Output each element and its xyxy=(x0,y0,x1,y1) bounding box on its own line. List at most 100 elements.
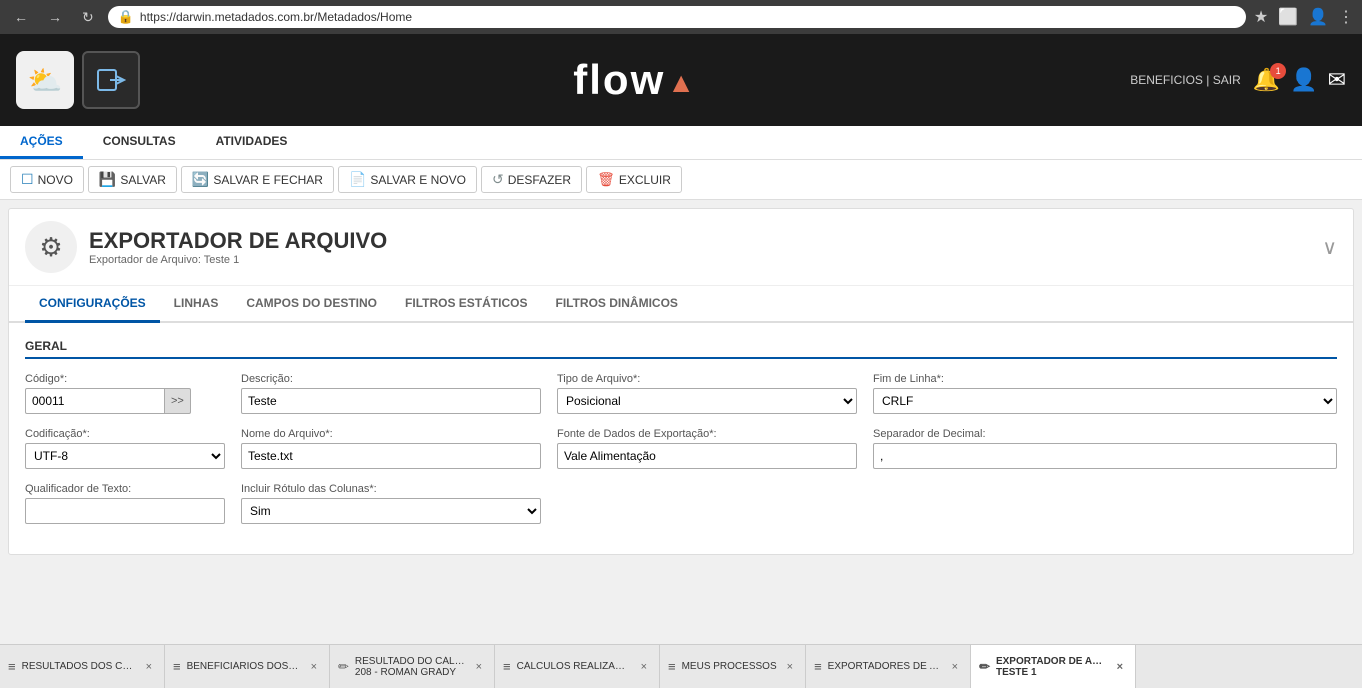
tab-consultas[interactable]: CONSULTAS xyxy=(83,126,196,159)
salvar-fechar-button[interactable]: 🔄 SALVAR E FECHAR xyxy=(181,166,334,193)
codificacao-label: Codificação*: xyxy=(25,428,225,440)
taskbar-item-6[interactable]: ✏ EXPORTADOR DE ARQ...TESTE 1 × xyxy=(971,645,1136,688)
app-header: ⛅ flow▲ BENEFICIOS | SAIR 🔔 1 👤 ✉ xyxy=(0,34,1362,126)
link-separator: | xyxy=(1203,73,1213,87)
tipo-arquivo-label: Tipo de Arquivo*: xyxy=(557,373,857,385)
profile-icon[interactable]: 👤 xyxy=(1308,7,1328,27)
codificacao-select[interactable]: UTF-8 ISO-8859-1 xyxy=(25,443,225,469)
novo-button[interactable]: ☐ NOVO xyxy=(10,166,84,193)
taskbar-icon-4: ≡ xyxy=(668,659,676,674)
codigo-label: Código*: xyxy=(25,373,225,385)
taskbar-close-2[interactable]: × xyxy=(472,659,486,675)
form-row-1: Código*: >> Descrição: Tipo de Arquivo*:… xyxy=(25,373,1337,414)
header-links: BENEFICIOS | SAIR xyxy=(1130,73,1241,87)
back-button[interactable]: ← xyxy=(8,7,34,27)
taskbar-close-0[interactable]: × xyxy=(142,659,156,675)
qualificador-label: Qualificador de Texto: xyxy=(25,483,225,495)
codigo-input[interactable] xyxy=(25,388,165,414)
tab-configuracoes[interactable]: CONFIGURAÇÕES xyxy=(25,286,160,323)
fonte-dados-label: Fonte de Dados de Exportação*: xyxy=(557,428,857,440)
tab-atividades[interactable]: ATIVIDADES xyxy=(196,126,308,159)
taskbar-item-0[interactable]: ≡ RESULTADOS DOS CÁLC... × xyxy=(0,645,165,688)
tab-acoes[interactable]: AÇÕES xyxy=(0,126,83,159)
url-text: https://darwin.metadados.com.br/Metadado… xyxy=(140,10,412,24)
bookmark-icon[interactable]: ★ xyxy=(1254,7,1268,27)
taskbar-icon-0: ≡ xyxy=(8,659,16,674)
codigo-expand-button[interactable]: >> xyxy=(165,388,191,414)
header-right: BENEFICIOS | SAIR 🔔 1 👤 ✉ xyxy=(1130,67,1346,93)
taskbar-text-3: CÁLCULOS REALIZADOS ... xyxy=(517,661,631,672)
salvar-button[interactable]: 💾 SALVAR xyxy=(88,166,177,193)
form-row-2: Codificação*: UTF-8 ISO-8859-1 Nome do A… xyxy=(25,428,1337,469)
brand-text: flow xyxy=(573,56,665,103)
sair-link[interactable]: SAIR xyxy=(1213,73,1241,87)
form-group-separador: Separador de Decimal: xyxy=(873,428,1337,469)
taskbar-item-3[interactable]: ≡ CÁLCULOS REALIZADOS ... × xyxy=(495,645,660,688)
forward-button[interactable]: → xyxy=(42,7,68,27)
novo-label: NOVO xyxy=(38,173,73,187)
section-title: GERAL xyxy=(25,339,1337,359)
taskbar-close-5[interactable]: × xyxy=(948,659,962,675)
extensions-icon[interactable]: ⬜ xyxy=(1278,7,1298,27)
address-bar[interactable]: 🔒 https://darwin.metadados.com.br/Metada… xyxy=(108,6,1246,28)
user-avatar-icon[interactable]: 👤 xyxy=(1290,67,1317,93)
salvar-icon: 💾 xyxy=(99,171,116,188)
page-tabs: CONFIGURAÇÕES LINHAS CAMPOS DO DESTINO F… xyxy=(9,286,1353,323)
page-subtitle: Exportador de Arquivo: Teste 1 xyxy=(89,254,387,266)
form-group-codigo: Código*: >> xyxy=(25,373,225,414)
taskbar-close-3[interactable]: × xyxy=(637,659,651,675)
collapse-button[interactable]: ∨ xyxy=(1322,235,1337,260)
excluir-icon: 🗑 xyxy=(597,171,615,188)
notification-badge[interactable]: 🔔 1 xyxy=(1253,67,1280,93)
form-group-descricao: Descrição: xyxy=(241,373,541,414)
taskbar-close-4[interactable]: × xyxy=(783,659,797,675)
excluir-button[interactable]: 🗑 EXCLUIR xyxy=(586,166,682,193)
header-brand: flow▲ xyxy=(140,56,1130,104)
tab-campos-destino[interactable]: CAMPOS DO DESTINO xyxy=(232,286,391,323)
refresh-button[interactable]: ↻ xyxy=(76,7,100,28)
separador-input[interactable] xyxy=(873,443,1337,469)
fonte-dados-input[interactable] xyxy=(557,443,857,469)
tab-linhas[interactable]: LINHAS xyxy=(160,286,233,323)
taskbar-item-5[interactable]: ≡ EXPORTADORES DE ARQ... × xyxy=(806,645,971,688)
qualificador-input[interactable] xyxy=(25,498,225,524)
browser-actions: ★ ⬜ 👤 ⋮ xyxy=(1254,7,1354,27)
form-group-fonte-dados: Fonte de Dados de Exportação*: xyxy=(557,428,857,469)
taskbar-item-2[interactable]: ✏ RESULTADO DO CÁLCU... 208 - ROMAN GRAD… xyxy=(330,645,495,688)
toolbar-actions: ☐ NOVO 💾 SALVAR 🔄 SALVAR E FECHAR 📄 SALV… xyxy=(0,160,1362,199)
form-group-fim-linha: Fim de Linha*: CRLF LF CR xyxy=(873,373,1337,414)
taskbar-close-6[interactable]: × xyxy=(1113,659,1127,675)
salvar-novo-icon: 📄 xyxy=(349,171,366,188)
taskbar-text-0: RESULTADOS DOS CÁLC... xyxy=(22,661,136,672)
tipo-arquivo-select[interactable]: Posicional Delimitado xyxy=(557,388,857,414)
form-group-qualificador: Qualificador de Texto: xyxy=(25,483,225,524)
salvar-novo-button[interactable]: 📄 SALVAR E NOVO xyxy=(338,166,477,193)
desfazer-label: DESFAZER xyxy=(508,173,571,187)
taskbar-item-1[interactable]: ≡ BENEFICIÁRIOS DOS VA... × xyxy=(165,645,330,688)
taskbar-item-4[interactable]: ≡ MEUS PROCESSOS × xyxy=(660,645,806,688)
excluir-label: EXCLUIR xyxy=(619,173,671,187)
incluir-rotulo-label: Incluir Rótulo das Colunas*: xyxy=(241,483,541,495)
salvar-fechar-label: SALVAR E FECHAR xyxy=(213,173,323,187)
notification-count: 1 xyxy=(1270,63,1286,79)
login-icon[interactable] xyxy=(82,51,140,109)
tab-filtros-dinamicos[interactable]: FILTROS DINÂMICOS xyxy=(541,286,691,323)
page-title-block: EXPORTADOR DE ARQUIVO Exportador de Arqu… xyxy=(89,228,387,266)
descricao-input[interactable] xyxy=(241,388,541,414)
beneficios-link[interactable]: BENEFICIOS xyxy=(1130,73,1203,87)
taskbar-icon-3: ≡ xyxy=(503,659,511,674)
message-icon[interactable]: ✉ xyxy=(1328,67,1346,93)
tab-filtros-estaticos[interactable]: FILTROS ESTÁTICOS xyxy=(391,286,541,323)
incluir-rotulo-select[interactable]: Sim Não xyxy=(241,498,541,524)
fim-linha-select[interactable]: CRLF LF CR xyxy=(873,388,1337,414)
nome-arquivo-label: Nome do Arquivo*: xyxy=(241,428,541,440)
desfazer-button[interactable]: ↺ DESFAZER xyxy=(481,166,582,193)
taskbar-close-1[interactable]: × xyxy=(307,659,321,675)
menu-icon[interactable]: ⋮ xyxy=(1338,7,1354,27)
page-content: ⚙ EXPORTADOR DE ARQUIVO Exportador de Ar… xyxy=(8,208,1354,555)
header-left: ⛅ xyxy=(16,51,140,109)
logo-icon: ⛅ xyxy=(16,51,74,109)
form-section: GERAL Código*: >> Descrição: Tipo de Arq… xyxy=(9,323,1353,554)
codigo-input-group: >> xyxy=(25,388,225,414)
nome-arquivo-input[interactable] xyxy=(241,443,541,469)
